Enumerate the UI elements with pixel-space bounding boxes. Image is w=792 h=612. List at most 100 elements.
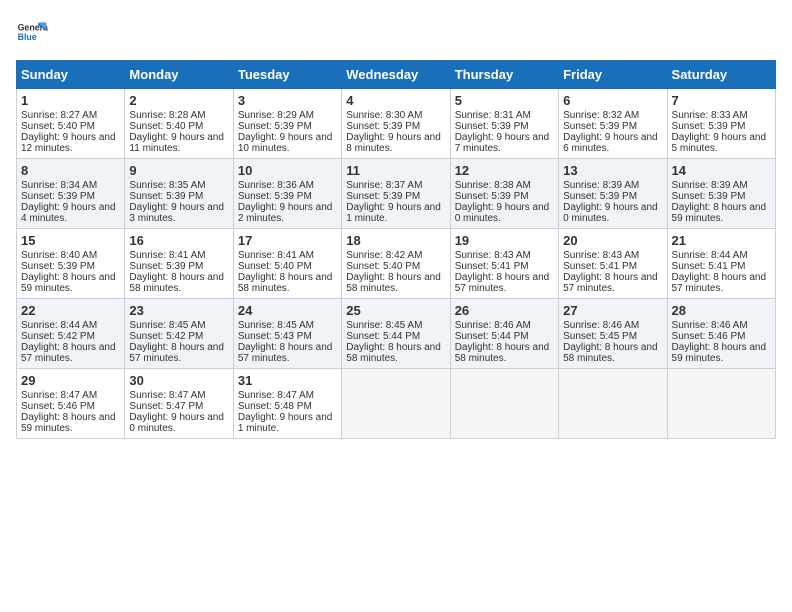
sunrise-label: Sunrise: 8:45 AM: [129, 320, 205, 331]
daylight-label: Daylight: 8 hours and 58 minutes.: [238, 272, 333, 294]
sunset-label: Sunset: 5:42 PM: [129, 331, 203, 342]
col-tuesday: Tuesday: [233, 61, 341, 89]
day-number: 10: [238, 163, 337, 178]
daylight-label: Daylight: 8 hours and 58 minutes.: [563, 342, 658, 364]
sunset-label: Sunset: 5:39 PM: [238, 191, 312, 202]
sunrise-label: Sunrise: 8:27 AM: [21, 110, 97, 121]
daylight-label: Daylight: 9 hours and 8 minutes.: [346, 132, 441, 154]
sunset-label: Sunset: 5:39 PM: [21, 261, 95, 272]
sunset-label: Sunset: 5:39 PM: [455, 191, 529, 202]
table-row: 10Sunrise: 8:36 AMSunset: 5:39 PMDayligh…: [233, 159, 341, 229]
daylight-label: Daylight: 8 hours and 57 minutes.: [129, 342, 224, 364]
daylight-label: Daylight: 9 hours and 7 minutes.: [455, 132, 550, 154]
sunrise-label: Sunrise: 8:47 AM: [21, 390, 97, 401]
day-number: 2: [129, 93, 228, 108]
table-row: [559, 369, 667, 439]
table-row: 19Sunrise: 8:43 AMSunset: 5:41 PMDayligh…: [450, 229, 558, 299]
col-thursday: Thursday: [450, 61, 558, 89]
table-row: [342, 369, 450, 439]
table-row: 29Sunrise: 8:47 AMSunset: 5:46 PMDayligh…: [17, 369, 125, 439]
daylight-label: Daylight: 9 hours and 11 minutes.: [129, 132, 224, 154]
daylight-label: Daylight: 9 hours and 3 minutes.: [129, 202, 224, 224]
sunrise-label: Sunrise: 8:32 AM: [563, 110, 639, 121]
sunset-label: Sunset: 5:39 PM: [346, 191, 420, 202]
sunrise-label: Sunrise: 8:39 AM: [672, 180, 748, 191]
table-row: 27Sunrise: 8:46 AMSunset: 5:45 PMDayligh…: [559, 299, 667, 369]
day-number: 28: [672, 303, 771, 318]
sunset-label: Sunset: 5:39 PM: [563, 191, 637, 202]
sunrise-label: Sunrise: 8:36 AM: [238, 180, 314, 191]
daylight-label: Daylight: 9 hours and 0 minutes.: [563, 202, 658, 224]
sunset-label: Sunset: 5:42 PM: [21, 331, 95, 342]
sunset-label: Sunset: 5:48 PM: [238, 401, 312, 412]
col-monday: Monday: [125, 61, 233, 89]
daylight-label: Daylight: 8 hours and 59 minutes.: [21, 412, 116, 434]
sunset-label: Sunset: 5:39 PM: [129, 261, 203, 272]
table-row: 21Sunrise: 8:44 AMSunset: 5:41 PMDayligh…: [667, 229, 775, 299]
day-number: 18: [346, 233, 445, 248]
sunset-label: Sunset: 5:41 PM: [672, 261, 746, 272]
daylight-label: Daylight: 9 hours and 5 minutes.: [672, 132, 767, 154]
table-row: 13Sunrise: 8:39 AMSunset: 5:39 PMDayligh…: [559, 159, 667, 229]
calendar-week-row: 1Sunrise: 8:27 AMSunset: 5:40 PMDaylight…: [17, 89, 776, 159]
sunrise-label: Sunrise: 8:38 AM: [455, 180, 531, 191]
day-number: 1: [21, 93, 120, 108]
day-number: 31: [238, 373, 337, 388]
daylight-label: Daylight: 9 hours and 10 minutes.: [238, 132, 333, 154]
sunset-label: Sunset: 5:39 PM: [129, 191, 203, 202]
sunrise-label: Sunrise: 8:45 AM: [346, 320, 422, 331]
table-row: 22Sunrise: 8:44 AMSunset: 5:42 PMDayligh…: [17, 299, 125, 369]
sunrise-label: Sunrise: 8:47 AM: [238, 390, 314, 401]
table-row: 18Sunrise: 8:42 AMSunset: 5:40 PMDayligh…: [342, 229, 450, 299]
table-row: 12 Sunrise: 8:38 AMSunset: 5:39 PMDayligh…: [450, 159, 558, 229]
day-number: 17: [238, 233, 337, 248]
daylight-label: Daylight: 8 hours and 57 minutes.: [672, 272, 767, 294]
daylight-label: Daylight: 9 hours and 6 minutes.: [563, 132, 658, 154]
daylight-label: Daylight: 9 hours and 0 minutes.: [455, 202, 550, 224]
sunrise-label: Sunrise: 8:41 AM: [129, 250, 205, 261]
daylight-label: Daylight: 8 hours and 59 minutes.: [21, 272, 116, 294]
sunset-label: Sunset: 5:39 PM: [672, 191, 746, 202]
day-number: 12: [455, 163, 554, 178]
table-row: 20Sunrise: 8:43 AMSunset: 5:41 PMDayligh…: [559, 229, 667, 299]
day-number: 24: [238, 303, 337, 318]
calendar-week-row: 8Sunrise: 8:34 AMSunset: 5:39 PMDaylight…: [17, 159, 776, 229]
sunrise-label: Sunrise: 8:43 AM: [455, 250, 531, 261]
day-number: 26: [455, 303, 554, 318]
daylight-label: Daylight: 8 hours and 58 minutes.: [129, 272, 224, 294]
daylight-label: Daylight: 8 hours and 57 minutes.: [455, 272, 550, 294]
logo: General Blue: [16, 16, 48, 48]
sunset-label: Sunset: 5:40 PM: [129, 121, 203, 132]
table-row: 17Sunrise: 8:41 AMSunset: 5:40 PMDayligh…: [233, 229, 341, 299]
sunrise-label: Sunrise: 8:28 AM: [129, 110, 205, 121]
sunset-label: Sunset: 5:39 PM: [563, 121, 637, 132]
day-number: 11: [346, 163, 445, 178]
day-number: 8: [21, 163, 120, 178]
table-row: 24Sunrise: 8:45 AMSunset: 5:43 PMDayligh…: [233, 299, 341, 369]
calendar-week-row: 22Sunrise: 8:44 AMSunset: 5:42 PMDayligh…: [17, 299, 776, 369]
day-number: 29: [21, 373, 120, 388]
sunrise-label: Sunrise: 8:44 AM: [21, 320, 97, 331]
sunrise-label: Sunrise: 8:43 AM: [563, 250, 639, 261]
table-row: 26Sunrise: 8:46 AMSunset: 5:44 PMDayligh…: [450, 299, 558, 369]
day-number: 20: [563, 233, 662, 248]
calendar-week-row: 29Sunrise: 8:47 AMSunset: 5:46 PMDayligh…: [17, 369, 776, 439]
sunset-label: Sunset: 5:40 PM: [21, 121, 95, 132]
sunrise-label: Sunrise: 8:35 AM: [129, 180, 205, 191]
day-number: 27: [563, 303, 662, 318]
sunset-label: Sunset: 5:43 PM: [238, 331, 312, 342]
page-header: General Blue: [16, 16, 776, 48]
col-wednesday: Wednesday: [342, 61, 450, 89]
table-row: 9Sunrise: 8:35 AMSunset: 5:39 PMDaylight…: [125, 159, 233, 229]
sunrise-label: Sunrise: 8:46 AM: [672, 320, 748, 331]
calendar-table: Sunday Monday Tuesday Wednesday Thursday…: [16, 60, 776, 439]
daylight-label: Daylight: 9 hours and 4 minutes.: [21, 202, 116, 224]
svg-text:Blue: Blue: [18, 32, 37, 42]
sunset-label: Sunset: 5:41 PM: [563, 261, 637, 272]
day-number: 3: [238, 93, 337, 108]
sunrise-label: Sunrise: 8:33 AM: [672, 110, 748, 121]
table-row: 4Sunrise: 8:30 AMSunset: 5:39 PMDaylight…: [342, 89, 450, 159]
calendar-week-row: 15Sunrise: 8:40 AMSunset: 5:39 PMDayligh…: [17, 229, 776, 299]
table-row: 25Sunrise: 8:45 AMSunset: 5:44 PMDayligh…: [342, 299, 450, 369]
day-number: 13: [563, 163, 662, 178]
